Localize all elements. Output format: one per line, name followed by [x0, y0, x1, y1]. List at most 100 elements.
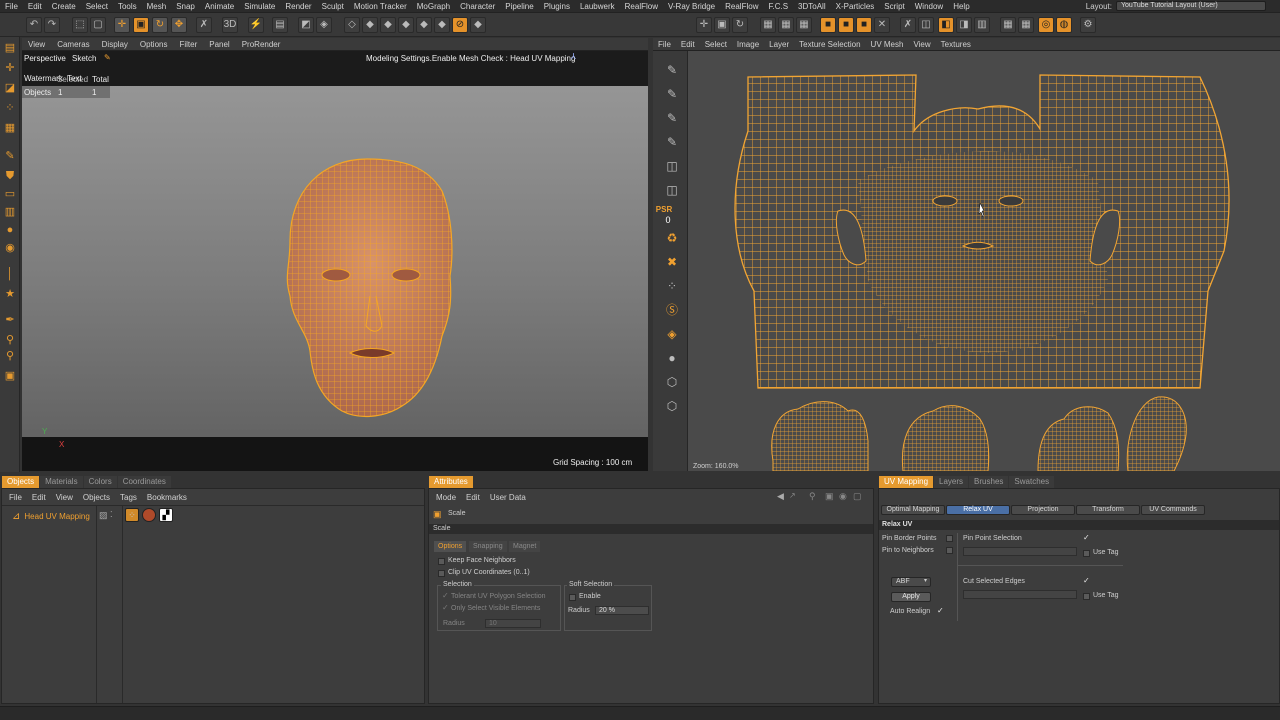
shape-icon[interactable]: ⬡ — [663, 373, 681, 391]
render-icon[interactable]: ▤ — [272, 17, 288, 33]
uv-transform-icon[interactable]: ✕ — [874, 17, 890, 33]
star-icon[interactable]: ★ — [3, 287, 17, 301]
menu-item-20[interactable]: F.C.S — [763, 2, 793, 11]
uv-tool-4-icon[interactable]: ✎ — [663, 133, 681, 151]
new-window-icon[interactable]: ▢ — [853, 491, 862, 502]
uv-tool-1-icon[interactable]: ✎ — [663, 61, 681, 79]
menu-item-23[interactable]: Script — [879, 2, 909, 11]
menu-item-16[interactable]: Laubwerk — [575, 2, 620, 11]
uv-tool-5-icon[interactable]: ◫ — [663, 157, 681, 175]
menu-item-22[interactable]: X-Particles — [831, 2, 880, 11]
menu-item-13[interactable]: Character — [455, 2, 500, 11]
disable-icon[interactable]: ⊘ — [452, 17, 468, 33]
uv-checker-icon[interactable]: ◍ — [1056, 17, 1072, 33]
pin-border-checkbox[interactable] — [946, 535, 953, 542]
menu-item-25[interactable]: Help — [948, 2, 974, 11]
menu-item-9[interactable]: Render — [280, 2, 316, 11]
visibility-dots-icon[interactable]: ⁚ — [110, 510, 113, 519]
uv-grid2-icon[interactable]: ▦ — [778, 17, 794, 33]
uv-axis-icon[interactable]: ▥ — [974, 17, 990, 33]
s-plugin-icon[interactable]: Ⓢ — [663, 301, 681, 319]
use-tag-2-checkbox[interactable] — [1083, 593, 1090, 600]
soft-radius-field[interactable]: 20 % — [595, 606, 649, 615]
texture-mode-icon[interactable]: ✛ — [3, 61, 17, 75]
uv-mapping-panel-tab-0[interactable]: UV Mapping — [879, 476, 934, 488]
back-arrow-icon[interactable]: ◀ — [777, 491, 784, 502]
uv-solo-icon[interactable]: ▦ — [1018, 17, 1034, 33]
uv-settings-icon[interactable]: ⚙ — [1080, 17, 1096, 33]
recycle-icon[interactable]: ♻ — [663, 229, 681, 247]
viewport-menu-item-5[interactable]: Panel — [203, 40, 235, 49]
uv-polygons-icon[interactable]: ■ — [856, 17, 872, 33]
uv-scale-icon[interactable]: ▣ — [714, 17, 730, 33]
uv-tool-3-icon[interactable]: ✎ — [663, 109, 681, 127]
use-tag-1-checkbox[interactable] — [1083, 550, 1090, 557]
objects-panel-tab-1[interactable]: Materials — [40, 476, 83, 488]
layout-select[interactable]: YouTube Tutorial Layout (User) — [1116, 1, 1266, 11]
menu-item-5[interactable]: Mesh — [142, 2, 172, 11]
attr-view-icon[interactable]: ◉ — [839, 491, 847, 502]
uv-snap-icon[interactable]: ◧ — [938, 17, 954, 33]
uv-polygons-mode-icon[interactable]: ▦ — [3, 121, 17, 135]
menu-item-3[interactable]: Select — [81, 2, 113, 11]
auto-realign-check[interactable]: ✓ — [937, 606, 944, 615]
viewport-menu-item-3[interactable]: Options — [134, 40, 174, 49]
menu-item-4[interactable]: Tools — [113, 2, 142, 11]
objects-menu-item-5[interactable]: Bookmarks — [142, 493, 192, 502]
line-icon[interactable]: │ — [3, 267, 17, 281]
objects-panel-tab-0[interactable]: Objects — [2, 476, 40, 488]
menu-item-18[interactable]: V-Ray Bridge — [663, 2, 720, 11]
menu-item-10[interactable]: Sculpt — [317, 2, 349, 11]
objects-menu-item-2[interactable]: View — [51, 493, 78, 502]
apply-button[interactable]: Apply — [891, 592, 931, 602]
camera-icon[interactable]: ◆ — [434, 17, 450, 33]
eyedropper-icon[interactable]: ✒ — [3, 313, 17, 327]
objects-menu-item-1[interactable]: Edit — [27, 493, 51, 502]
viewport-menu-item-6[interactable]: ProRender — [236, 40, 287, 49]
redo-icon[interactable]: ↷ — [44, 17, 60, 33]
pin-point-selection-check[interactable]: ✓ — [1083, 533, 1090, 542]
uv-editor-view[interactable]: Zoom: 160.0% — [688, 51, 1280, 471]
menu-item-21[interactable]: 3DToAll — [793, 2, 831, 11]
uv-mapping-panel-tab-3[interactable]: Swatches — [1009, 476, 1055, 488]
keep-face-neighbors-checkbox[interactable] — [438, 558, 445, 565]
uv-tool-6-icon[interactable]: ◫ — [663, 181, 681, 199]
menu-item-2[interactable]: Create — [47, 2, 81, 11]
deformer-icon[interactable]: ◆ — [398, 17, 414, 33]
undo-icon[interactable]: ↶ — [26, 17, 42, 33]
menu-item-15[interactable]: Plugins — [539, 2, 575, 11]
tolerant-check[interactable]: ✓ — [442, 591, 449, 600]
light-icon[interactable]: ◆ — [470, 17, 486, 33]
snapping-subtab[interactable]: Snapping — [469, 541, 507, 552]
uv-menu-item-3[interactable]: Image — [732, 40, 764, 49]
radius-field[interactable]: 10 — [485, 619, 541, 628]
uv-mapping-panel-tab-1[interactable]: Layers — [934, 476, 969, 488]
viewport-menu-item-1[interactable]: Cameras — [51, 40, 95, 49]
attributes-tab[interactable]: Attributes — [429, 476, 473, 488]
recent-tools-icon[interactable]: ✥ — [171, 17, 187, 33]
objects-menu-item-4[interactable]: Tags — [115, 493, 142, 502]
menu-item-11[interactable]: Motion Tracker — [349, 2, 412, 11]
attributes-menu-item-2[interactable]: User Data — [485, 493, 531, 502]
zoom-tool-icon[interactable]: ⚲ — [3, 349, 17, 363]
3d-viewport[interactable]: Perspective Sketch ✎ Watermark Selected … — [22, 51, 648, 471]
uv-menu-item-8[interactable]: Textures — [936, 40, 976, 49]
options-subtab[interactable]: Options — [434, 541, 467, 552]
menu-item-7[interactable]: Animate — [200, 2, 239, 11]
menu-item-8[interactable]: Simulate — [239, 2, 280, 11]
only-visible-check[interactable]: ✓ — [442, 603, 449, 612]
hexagon-icon[interactable]: ⬡ — [663, 397, 681, 415]
magnet-icon[interactable]: ⚲ — [3, 333, 17, 347]
attr-search-icon[interactable]: ⚲ — [809, 491, 816, 502]
model-mode-icon[interactable]: ▤ — [3, 41, 17, 55]
viewport-menu-item-0[interactable]: View — [22, 40, 51, 49]
objects-panel-tab-2[interactable]: Colors — [83, 476, 117, 488]
menu-item-17[interactable]: RealFlow — [620, 2, 663, 11]
uv-menu-item-4[interactable]: Layer — [764, 40, 794, 49]
layer-icon[interactable]: ▨ — [99, 510, 108, 521]
objects-panel-tab-3[interactable]: Coordinates — [117, 476, 171, 488]
checker-tag-icon[interactable]: ▞ — [159, 508, 173, 522]
menu-item-1[interactable]: Edit — [23, 2, 47, 11]
gradient-icon[interactable]: ▥ — [3, 205, 17, 219]
lock-icon[interactable]: ▣ — [825, 491, 834, 502]
